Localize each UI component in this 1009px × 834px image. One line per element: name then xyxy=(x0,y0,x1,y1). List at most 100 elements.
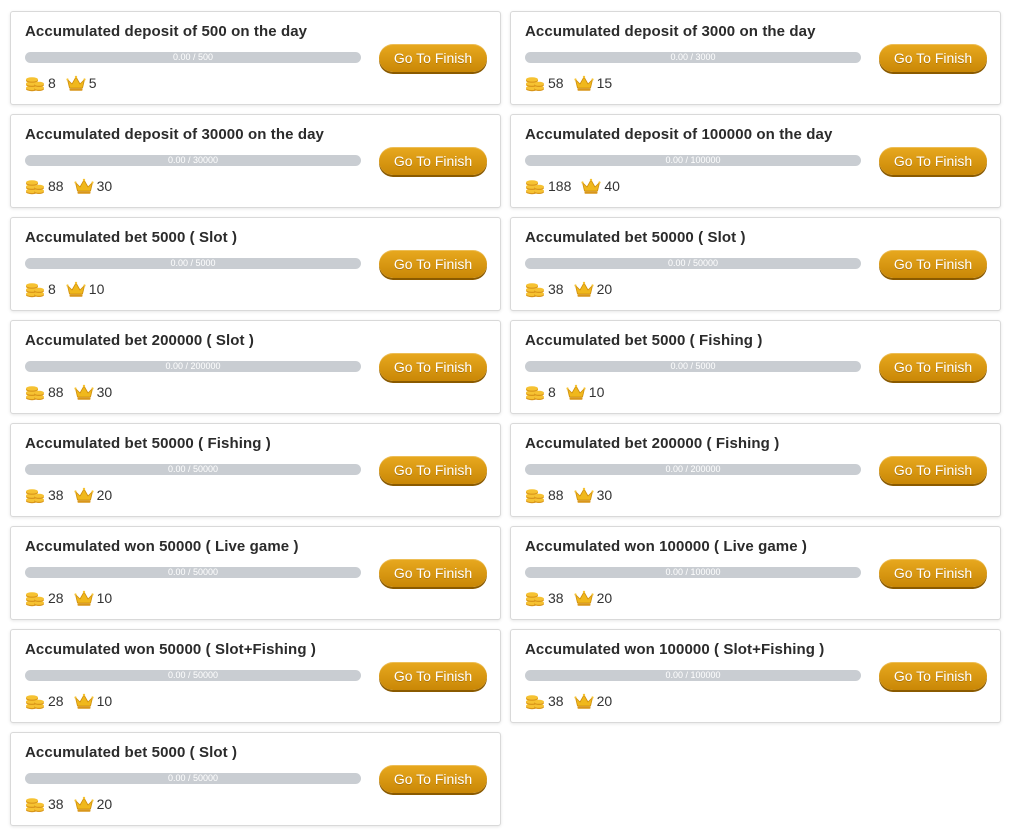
crown-reward: 15 xyxy=(573,74,613,92)
progress-text: 0.00 / 100000 xyxy=(665,567,721,577)
rewards: 88 30 xyxy=(25,383,122,401)
coin-amount: 8 xyxy=(48,75,56,91)
task-card: Accumulated bet 50000 ( Fishing ) 0.00 /… xyxy=(10,423,501,517)
progress-bar: 0.00 / 50000 xyxy=(525,258,861,269)
rewards: 88 30 xyxy=(25,177,122,195)
progress-bar: 0.00 / 200000 xyxy=(525,464,861,475)
go-to-finish-button[interactable]: Go To Finish xyxy=(379,662,487,690)
crown-reward: 30 xyxy=(73,177,113,195)
go-to-finish-button[interactable]: Go To Finish xyxy=(379,765,487,793)
task-title: Accumulated won 50000 ( Slot+Fishing ) xyxy=(25,641,316,658)
coin-reward: 8 xyxy=(525,383,556,401)
crown-icon xyxy=(573,74,594,92)
coin-stack-icon xyxy=(25,795,45,813)
coin-amount: 88 xyxy=(48,178,64,194)
go-to-finish-button[interactable]: Go To Finish xyxy=(379,456,487,484)
coin-reward: 38 xyxy=(525,692,564,710)
rewards: 38 20 xyxy=(525,280,622,298)
rewards: 58 15 xyxy=(525,74,622,92)
progress-text: 0.00 / 50000 xyxy=(167,773,219,783)
task-card: Accumulated deposit of 500 on the day 0.… xyxy=(10,11,501,105)
go-to-finish-button[interactable]: Go To Finish xyxy=(879,44,987,72)
coin-reward: 38 xyxy=(25,795,64,813)
crown-reward: 30 xyxy=(573,486,612,504)
coin-stack-icon xyxy=(525,383,545,401)
rewards: 8 5 xyxy=(25,74,107,92)
crown-icon xyxy=(73,177,94,195)
progress-bar: 0.00 / 500 xyxy=(25,52,361,63)
crown-reward: 30 xyxy=(73,383,112,401)
go-to-finish-button[interactable]: Go To Finish xyxy=(879,353,987,381)
task-card: Accumulated deposit of 3000 on the day 0… xyxy=(510,11,1001,105)
go-to-finish-button[interactable]: Go To Finish xyxy=(879,250,987,278)
crown-reward: 40 xyxy=(581,177,620,195)
crown-amount: 30 xyxy=(96,178,113,194)
progress-bar: 0.00 / 5000 xyxy=(25,258,361,269)
progress-text: 0.00 / 5000 xyxy=(170,258,216,268)
progress-bar: 0.00 / 100000 xyxy=(525,670,861,681)
coin-reward: 88 xyxy=(525,486,564,504)
crown-icon xyxy=(566,383,586,401)
progress-bar: 0.00 / 30000 xyxy=(25,155,361,166)
coin-stack-icon xyxy=(525,589,545,607)
coin-amount: 38 xyxy=(48,487,64,503)
crown-amount: 20 xyxy=(96,796,113,812)
coin-reward: 28 xyxy=(25,589,64,607)
go-to-finish-button[interactable]: Go To Finish xyxy=(379,44,487,72)
go-to-finish-button[interactable]: Go To Finish xyxy=(879,147,987,175)
task-title: Accumulated deposit of 500 on the day xyxy=(25,23,308,40)
task-title: Accumulated bet 200000 ( Fishing ) xyxy=(525,435,780,452)
go-to-finish-button[interactable]: Go To Finish xyxy=(379,147,487,175)
crown-amount: 20 xyxy=(596,693,613,709)
progress-text: 0.00 / 5000 xyxy=(670,361,716,371)
task-title: Accumulated won 50000 ( Live game ) xyxy=(25,538,299,555)
crown-amount: 5 xyxy=(88,75,97,91)
coin-amount: 28 xyxy=(48,590,64,606)
coin-amount: 28 xyxy=(48,693,64,709)
go-to-finish-button[interactable]: Go To Finish xyxy=(879,559,987,587)
crown-reward: 20 xyxy=(573,589,612,607)
task-title: Accumulated bet 5000 ( Slot ) xyxy=(25,744,238,761)
crown-amount: 15 xyxy=(596,75,613,91)
coin-stack-icon xyxy=(25,692,45,710)
crown-reward: 20 xyxy=(573,692,613,710)
crown-icon xyxy=(581,177,601,195)
task-title: Accumulated deposit of 100000 on the day xyxy=(525,126,833,143)
progress-bar: 0.00 / 5000 xyxy=(525,361,861,372)
crown-amount: 20 xyxy=(596,281,613,297)
crown-reward: 10 xyxy=(73,589,112,607)
go-to-finish-button[interactable]: Go To Finish xyxy=(879,662,987,690)
crown-amount: 10 xyxy=(88,281,105,297)
task-card: Accumulated won 100000 ( Live game ) 0.0… xyxy=(510,526,1001,620)
coin-reward: 58 xyxy=(525,74,564,92)
go-to-finish-button[interactable]: Go To Finish xyxy=(379,559,487,587)
progress-text: 0.00 / 50000 xyxy=(167,670,219,680)
progress-bar: 0.00 / 50000 xyxy=(25,670,361,681)
task-title: Accumulated bet 5000 ( Fishing ) xyxy=(525,332,763,349)
coin-stack-icon xyxy=(25,74,45,92)
crown-icon xyxy=(573,589,594,607)
progress-bar: 0.00 / 50000 xyxy=(25,773,361,784)
crown-icon xyxy=(66,74,86,92)
task-card: Accumulated won 50000 ( Live game ) 0.00… xyxy=(10,526,501,620)
coin-stack-icon xyxy=(25,383,45,401)
coin-stack-icon xyxy=(525,692,545,710)
crown-amount: 10 xyxy=(96,693,113,709)
progress-bar: 0.00 / 200000 xyxy=(25,361,361,372)
crown-icon xyxy=(73,795,94,813)
go-to-finish-button[interactable]: Go To Finish xyxy=(879,456,987,484)
task-title: Accumulated bet 50000 ( Slot ) xyxy=(525,229,746,246)
progress-bar: 0.00 / 3000 xyxy=(525,52,861,63)
go-to-finish-button[interactable]: Go To Finish xyxy=(379,353,487,381)
progress-text: 0.00 / 100000 xyxy=(665,670,721,680)
crown-reward: 20 xyxy=(573,280,613,298)
go-to-finish-button[interactable]: Go To Finish xyxy=(379,250,487,278)
rewards: 28 10 xyxy=(25,589,122,607)
rewards: 8 10 xyxy=(525,383,614,401)
task-title: Accumulated bet 5000 ( Slot ) xyxy=(25,229,238,246)
progress-bar: 0.00 / 100000 xyxy=(525,155,861,166)
rewards: 38 20 xyxy=(525,692,622,710)
task-card: Accumulated bet 5000 ( Slot ) 0.00 / 500… xyxy=(10,732,501,826)
task-title: Accumulated deposit of 30000 on the day xyxy=(25,126,324,143)
rewards: 38 20 xyxy=(25,486,122,504)
